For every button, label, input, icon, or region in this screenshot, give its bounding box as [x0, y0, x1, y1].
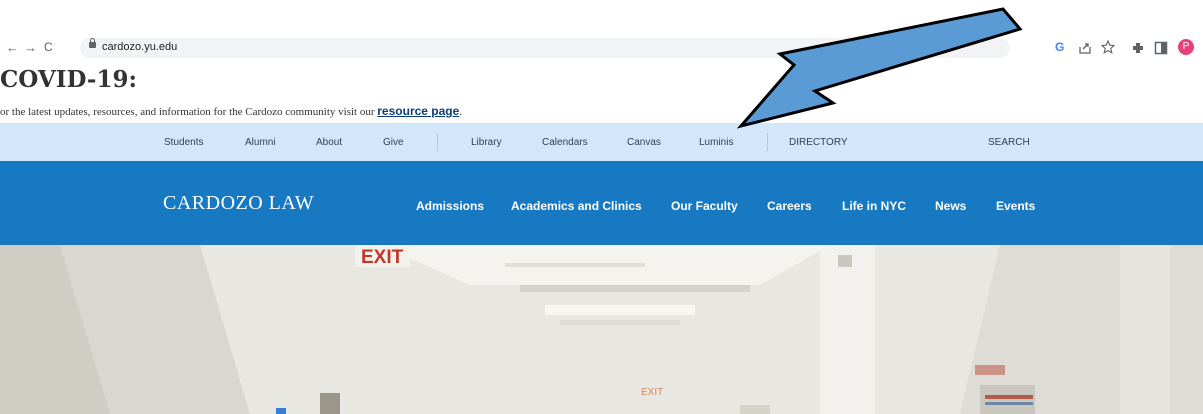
- util-link-library[interactable]: Library: [471, 137, 502, 148]
- side-panel-icon[interactable]: [1154, 41, 1168, 55]
- address-bar[interactable]: cardozo.yu.edu: [80, 38, 1010, 58]
- url-row: ← → C cardozo.yu.edu G P: [0, 38, 1203, 60]
- extensions-icon[interactable]: [1131, 41, 1145, 55]
- nav-news[interactable]: News: [935, 199, 966, 213]
- main-nav: CARDOZO LAW Admissions Academics and Cli…: [0, 161, 1203, 245]
- util-link-search[interactable]: SEARCH: [988, 137, 1030, 148]
- nav-academics-and-clinics[interactable]: Academics and Clinics: [511, 199, 642, 213]
- util-link-directory[interactable]: DIRECTORY: [789, 137, 848, 148]
- nav-admissions[interactable]: Admissions: [416, 199, 484, 213]
- util-link-canvas[interactable]: Canvas: [627, 137, 661, 148]
- nav-life-in-nyc[interactable]: Life in NYC: [842, 199, 906, 213]
- browser-toolbar: ← → C cardozo.yu.edu G P: [0, 0, 1203, 62]
- util-link-calendars[interactable]: Calendars: [542, 137, 588, 148]
- util-divider: [437, 133, 438, 151]
- covid-heading: COVID-19:: [0, 66, 137, 93]
- site-logo[interactable]: CARDOZO LAW: [163, 192, 314, 215]
- forward-icon[interactable]: →: [24, 40, 37, 55]
- covid-text: or the latest updates, resources, and in…: [0, 106, 375, 118]
- nav-careers[interactable]: Careers: [767, 199, 812, 213]
- covid-period: .: [459, 106, 463, 118]
- url-text[interactable]: cardozo.yu.edu: [102, 41, 177, 53]
- util-divider: [767, 133, 768, 151]
- utility-nav: Students Alumni About Give Library Calen…: [0, 123, 1203, 161]
- hero-image: EXIT EXIT: [0, 245, 1203, 414]
- bookmark-star-icon[interactable]: [1101, 40, 1115, 54]
- hero-hallway-illustration: EXIT EXIT: [0, 245, 1203, 414]
- exit-sign-small: EXIT: [641, 387, 663, 398]
- lock-icon: [89, 38, 96, 48]
- util-link-students[interactable]: Students: [164, 137, 203, 148]
- google-icon[interactable]: G: [1055, 40, 1064, 54]
- exit-sign: EXIT: [361, 247, 404, 268]
- util-link-alumni[interactable]: Alumni: [245, 137, 276, 148]
- reload-icon[interactable]: C: [44, 40, 53, 54]
- resource-page-link[interactable]: resource page: [377, 104, 459, 118]
- covid-message: or the latest updates, resources, and in…: [0, 104, 462, 118]
- back-icon[interactable]: ←: [6, 40, 19, 55]
- util-link-about[interactable]: About: [316, 137, 342, 148]
- nav-our-faculty[interactable]: Our Faculty: [671, 199, 738, 213]
- util-link-give[interactable]: Give: [383, 137, 404, 148]
- nav-events[interactable]: Events: [996, 199, 1035, 213]
- share-icon[interactable]: [1078, 41, 1092, 55]
- profile-avatar[interactable]: P: [1178, 39, 1194, 55]
- util-link-luminis[interactable]: Luminis: [699, 137, 733, 148]
